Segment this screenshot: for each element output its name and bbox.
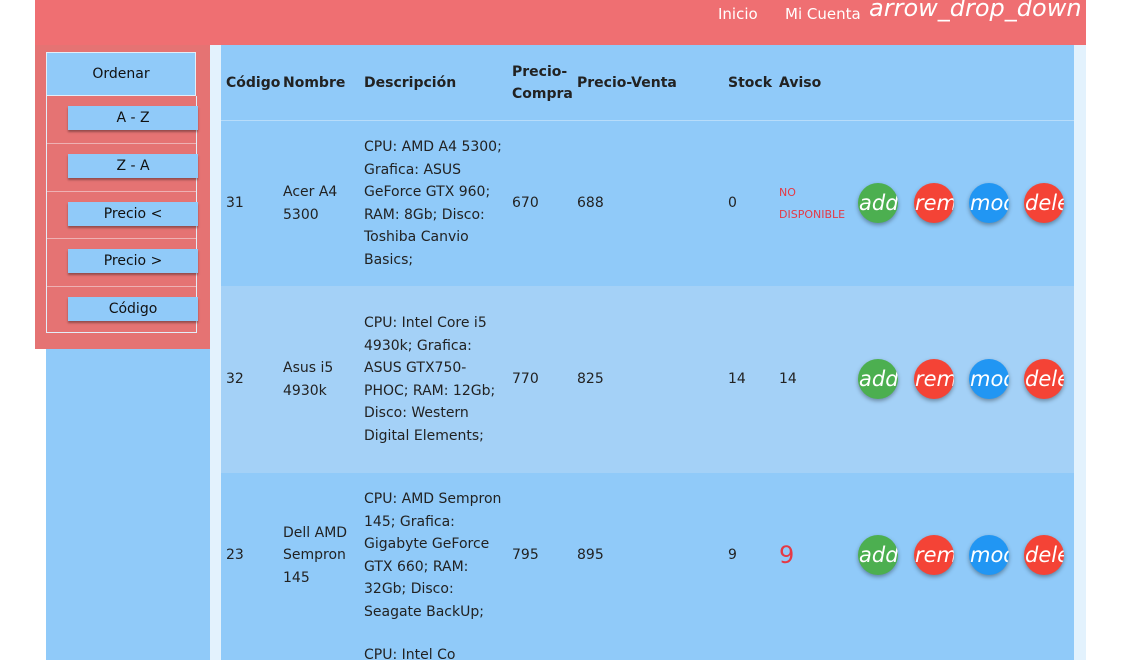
products-table-area: Código Nombre Descripción Precio-Compra …: [210, 45, 1086, 660]
delete-product-button[interactable]: delete: [1024, 535, 1064, 575]
cell-descripcion: CPU: AMD A4 5300; Grafica: ASUS GeForce …: [364, 139, 502, 268]
delete-product-button[interactable]: delete: [1024, 359, 1064, 399]
add-stock-button[interactable]: add: [858, 535, 898, 575]
cell-aviso-warning: NO DISPONIBLE: [779, 185, 846, 221]
sort-price-asc-button[interactable]: Precio <: [68, 201, 198, 226]
nav-inicio-link[interactable]: Inicio: [718, 5, 758, 23]
header-precio-compra[interactable]: Precio-Compra: [512, 45, 574, 120]
add-stock-button[interactable]: add: [858, 359, 898, 399]
sort-code-button[interactable]: Código: [68, 296, 198, 321]
top-navbar: Inicio Mi Cuenta arrow_drop_down: [35, 0, 1086, 45]
remove-stock-button[interactable]: remove: [914, 183, 954, 223]
sort-panel-title: Ordenar: [46, 52, 196, 96]
cell-stock: 9: [728, 547, 737, 564]
sort-item-price-desc: Precio >: [47, 238, 198, 285]
cell-precio-venta: 688: [577, 195, 604, 212]
edit-product-button[interactable]: mode_edit: [969, 183, 1009, 223]
remove-stock-button[interactable]: remove: [914, 535, 954, 575]
sort-options-list: A - Z Z - A Precio < Precio > Código: [46, 96, 198, 333]
table-row: 23 Dell AMD Sempron 145 CPU: AMD Sempron…: [221, 473, 1074, 638]
cell-precio-compra: 770: [512, 371, 539, 388]
cell-stock: 14: [728, 371, 746, 388]
nav-mi-cuenta-link[interactable]: Mi Cuenta: [785, 5, 861, 23]
header-stock[interactable]: Stock: [728, 45, 776, 120]
sort-panel: Ordenar A - Z Z - A Precio < Precio > Có…: [35, 45, 210, 349]
cell-precio-compra: 795: [512, 547, 539, 564]
cell-precio-compra: 670: [512, 195, 539, 212]
header-codigo[interactable]: Código: [226, 45, 281, 120]
cell-precio-venta: 825: [577, 371, 604, 388]
header-nombre[interactable]: Nombre: [283, 45, 361, 120]
sort-item-z-a: Z - A: [47, 143, 198, 190]
cell-descripcion: CPU: AMD Sempron 145; Grafica: Gigabyte …: [364, 491, 502, 620]
sort-price-desc-button[interactable]: Precio >: [68, 249, 198, 274]
cell-aviso-low-stock: 9: [779, 541, 795, 570]
sort-item-price-asc: Precio <: [47, 190, 198, 238]
sort-item-code: Código: [47, 285, 198, 333]
edit-product-button[interactable]: mode_edit: [969, 359, 1009, 399]
sort-item-a-z: A - Z: [47, 96, 198, 143]
sort-z-a-button[interactable]: Z - A: [68, 154, 198, 179]
sort-a-z-button[interactable]: A - Z: [68, 106, 198, 130]
header-precio-venta[interactable]: Precio-Venta: [577, 45, 717, 120]
header-descripcion[interactable]: Descripción: [364, 45, 509, 120]
header-aviso[interactable]: Aviso: [779, 45, 854, 120]
delete-product-button[interactable]: delete: [1024, 183, 1064, 223]
cell-aviso: 14: [779, 371, 797, 388]
products-table: Código Nombre Descripción Precio-Compra …: [221, 45, 1074, 660]
table-row: CPU: Intel Co: [221, 638, 1074, 660]
table-row: 31 Acer A4 5300 CPU: AMD A4 5300; Grafic…: [221, 121, 1074, 286]
remove-stock-button[interactable]: remove: [914, 359, 954, 399]
cell-nombre: Asus i5 4930k: [283, 360, 334, 399]
add-stock-button[interactable]: add: [858, 183, 898, 223]
cell-descripcion: CPU: Intel Core i5 4930k; Grafica: ASUS …: [364, 315, 496, 444]
cell-nombre: Dell AMD Sempron 145: [283, 524, 348, 586]
cell-stock: 0: [728, 195, 737, 212]
cell-precio-venta: 895: [577, 547, 604, 564]
cell-codigo: 32: [226, 371, 244, 388]
cell-nombre: Acer A4 5300: [283, 184, 338, 223]
table-header: Código Nombre Descripción Precio-Compra …: [221, 45, 1074, 121]
edit-product-button[interactable]: mode_edit: [969, 535, 1009, 575]
cell-descripcion: CPU: Intel Co: [364, 647, 456, 660]
cell-codigo: 31: [226, 195, 244, 212]
table-row: 32 Asus i5 4930k CPU: Intel Core i5 4930…: [221, 286, 1074, 473]
arrow-drop-down-icon[interactable]: arrow_drop_down: [869, 0, 1082, 22]
cell-codigo: 23: [226, 547, 244, 564]
